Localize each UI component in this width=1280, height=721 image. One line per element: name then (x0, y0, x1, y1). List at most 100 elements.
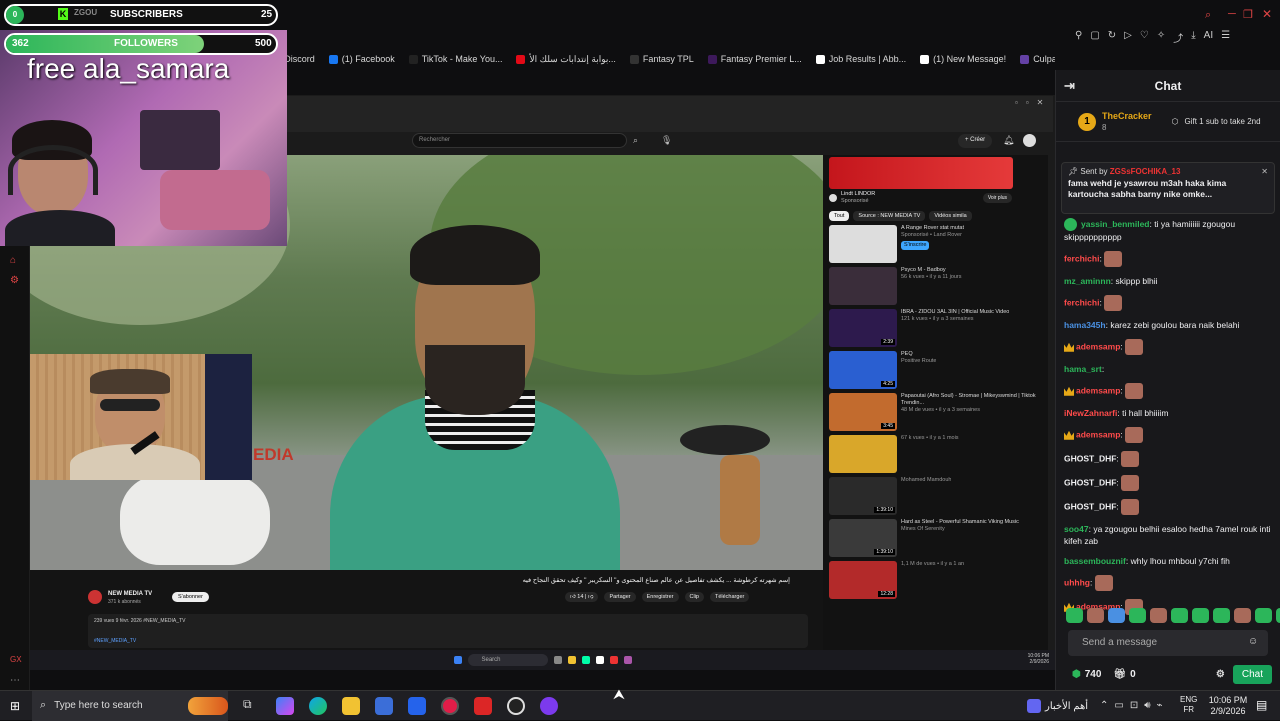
play-icon[interactable]: ▷ (1124, 30, 1132, 46)
channel-name[interactable]: NEW MEDIA TV (108, 591, 152, 597)
extensions-icon[interactable]: ✧ (1157, 30, 1165, 46)
chat-message[interactable]: hama345h: karez zebi goulou bara naik be… (1064, 319, 1273, 331)
chat-message[interactable]: ademsamp: (1064, 383, 1273, 400)
mail-icon[interactable] (408, 696, 426, 715)
copilot-icon[interactable] (276, 696, 294, 715)
chat-message[interactable]: mz_aminnn: skippp blhii (1064, 275, 1273, 287)
recommendation-item[interactable]: 3:45 Papaoutai (Afro Soul) - Stromae | Mi… (829, 393, 1044, 433)
pinned-message[interactable]: 📌︎ Sent by ZGSsFOCHIKA_13 fama wehd je y… (1061, 162, 1275, 214)
recommendation-item[interactable]: 67 k vues • il y a 1 mois (829, 435, 1044, 475)
heart-icon[interactable]: ♡ (1140, 30, 1149, 46)
recommendation-item[interactable]: 12:28 1,1 M de vues • il y a 1 an (829, 561, 1044, 601)
refresh-icon[interactable]: ↻ (1108, 30, 1116, 46)
bookmark-7[interactable]: Fantasy TPL (629, 54, 694, 64)
home-icon[interactable]: ⌂ (10, 255, 16, 266)
emote-8[interactable] (1213, 608, 1230, 623)
taskbar-clock[interactable]: 10:06 PM 2/9/2026 (1204, 695, 1252, 717)
subscribe-button[interactable]: S'abonner (172, 592, 209, 602)
search-icon[interactable]: ⌕ (1205, 9, 1211, 22)
emote-10[interactable] (1255, 608, 1272, 623)
ad2[interactable]: A Range Rover stat mutat Sponsorisé • Lan… (829, 225, 1044, 265)
chat-message[interactable]: GHOST_DHF: (1064, 475, 1273, 492)
ai-icon[interactable]: AI (1204, 30, 1213, 46)
chat-username[interactable]: iNewZahnarfi (1064, 408, 1117, 418)
chat-message[interactable]: ferchichi: (1064, 295, 1273, 312)
recommendation-item[interactable]: 2:39 IBRA - ZIDOU 3AL 3IN | Official Musi… (829, 309, 1044, 349)
taskbar-search[interactable]: ⌕ Type here to search (32, 690, 228, 721)
chat-message[interactable]: iNewZahnarfi: ti hall bhiiiim (1064, 407, 1273, 419)
bookmark-5[interactable]: TikTok - Make You... (408, 54, 502, 64)
yt-search-icon[interactable]: ⌕ (633, 135, 638, 146)
inner-store-icon[interactable] (595, 656, 604, 664)
chat-message[interactable]: GHOST_DHF: (1064, 451, 1273, 468)
obs-icon[interactable] (507, 696, 525, 715)
video-hashtag[interactable]: #NEW_MEDIA_TV (88, 628, 808, 644)
chat-username[interactable]: ferchichi (1064, 254, 1099, 264)
emoji-icon[interactable]: ☺ (1248, 636, 1258, 647)
inner-app-icon[interactable] (553, 656, 562, 664)
chat-username[interactable]: ferchichi (1064, 298, 1099, 308)
chat-username[interactable]: hama345h (1064, 320, 1106, 330)
inner-start-icon[interactable] (453, 656, 462, 664)
chat-message[interactable]: GHOST_DHF: (1064, 499, 1273, 516)
notifications-icon[interactable]: ▤ (1256, 698, 1267, 712)
news-label[interactable]: أهم الأخبار (1045, 701, 1088, 712)
close-icon[interactable]: ✕ (1262, 7, 1272, 21)
mic-icon[interactable]: 🎙 (661, 135, 672, 146)
clip-button[interactable]: Clip (684, 592, 704, 602)
chip-0[interactable]: Tout (829, 211, 850, 221)
collapse-icon[interactable]: ⇥ (1064, 78, 1075, 94)
share-button[interactable]: Partager (604, 592, 636, 602)
chat-input[interactable]: Send a message (1068, 630, 1268, 656)
share-icon[interactable]: ⤴ (1173, 30, 1183, 46)
video-description[interactable]: 239 vues 9 févr. 2026 #NEW_MEDIA_TV #NEW… (88, 614, 808, 648)
chat-username[interactable]: ademsamp (1076, 342, 1120, 352)
emote-2[interactable] (1087, 608, 1104, 623)
opera-gx-icon[interactable] (441, 696, 459, 715)
chip-2[interactable]: Vidéos simila (929, 211, 972, 221)
chat-username[interactable]: uhhhg (1064, 578, 1090, 588)
recommendation-item[interactable]: 1:39:10 Mohamed Mamdouh (829, 477, 1044, 517)
channel-avatar[interactable] (88, 590, 102, 604)
bookmark-8[interactable]: Fantasy Premier L... (707, 54, 802, 64)
chat-username[interactable]: yassin_benmiled (1081, 219, 1150, 229)
task-view-icon[interactable]: ⧉ (243, 697, 261, 715)
chat-message[interactable]: hama_srt: (1064, 363, 1273, 375)
download-icon[interactable]: ⤓ (1191, 30, 1195, 46)
chat-send-button[interactable]: Chat (1232, 664, 1272, 684)
recommendation-item[interactable]: 4:25 PEQ Positive Route (829, 351, 1044, 391)
chat-username[interactable]: ademsamp (1076, 430, 1120, 440)
minimize-icon[interactable]: ─ (1228, 8, 1236, 20)
chat-username[interactable]: GHOST_DHF (1064, 478, 1116, 488)
emote-11[interactable] (1276, 608, 1280, 623)
inner-folder-icon[interactable] (567, 656, 576, 664)
recommendation-item[interactable]: Psyco M - Badboy 56 k vues • il y a 11 jo… (829, 267, 1044, 307)
inner-opera-icon[interactable] (609, 656, 618, 664)
screenshot-icon[interactable]: ▢ (1090, 30, 1099, 46)
inner-discord-icon[interactable] (623, 656, 632, 664)
maximize-icon[interactable]: ❐ (1243, 8, 1253, 21)
bookmark-10[interactable]: (1) New Message! (920, 54, 1006, 64)
like-button[interactable]: 👍︎ 14 | 👎︎ (565, 592, 599, 602)
points-icon[interactable]: ⬢ (1072, 669, 1081, 680)
store-icon[interactable] (375, 696, 393, 715)
chat-message[interactable]: ademsamp: (1064, 427, 1273, 444)
language-indicator[interactable]: ENG FR (1180, 695, 1197, 715)
chat-username[interactable]: soo47 (1064, 524, 1089, 534)
settings-icon[interactable]: ⚙ (10, 275, 19, 286)
chat-message[interactable]: bassembouznif: whly lhou mhboul y7chi fi… (1064, 555, 1273, 567)
bookmark-4[interactable]: (1) Facebook (328, 54, 395, 64)
tray-icons[interactable]: ⌃▭⊡🔊︎⌁ (1100, 700, 1169, 711)
unpin-icon[interactable]: ✕ (1261, 167, 1268, 176)
messenger-icon[interactable] (540, 696, 558, 715)
wps-icon[interactable] (474, 696, 492, 715)
emote-4[interactable] (1129, 608, 1146, 623)
chat-settings-icon[interactable]: ⚙ (1216, 669, 1225, 680)
ad-banner[interactable] (829, 157, 1013, 189)
emote-7[interactable] (1192, 608, 1209, 623)
emote-1[interactable] (1066, 608, 1083, 623)
leaderboard[interactable]: 1 TheCracker 8 ⬡ Gift 1 sub to take 2nd (1056, 102, 1280, 142)
ad-button[interactable]: Voir plus (982, 193, 1012, 203)
bell-icon[interactable]: 🔔︎ (1003, 135, 1014, 146)
bookmark-9[interactable]: Job Results | Abb... (815, 54, 906, 64)
